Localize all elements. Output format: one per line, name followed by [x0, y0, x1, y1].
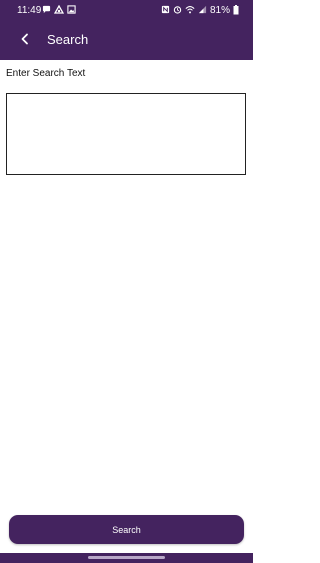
nfc-icon — [161, 5, 170, 17]
gesture-handle[interactable] — [88, 556, 165, 559]
search-text-input[interactable] — [6, 93, 246, 175]
system-navigation-bar — [0, 553, 253, 563]
wifi-icon — [185, 5, 195, 17]
search-button[interactable]: Search — [9, 515, 244, 544]
gallery-icon — [67, 5, 76, 17]
search-text-label: Enter Search Text — [6, 68, 86, 79]
chat-bubble-icon — [42, 5, 51, 17]
signal-icon — [198, 5, 207, 17]
status-system-icons: 81% — [161, 4, 239, 18]
app-bar: Search — [0, 22, 253, 60]
status-bar: 11:49 81% — [0, 0, 253, 22]
status-time: 11:49 — [17, 5, 42, 16]
page-title: Search — [47, 32, 89, 47]
status-notification-icons — [42, 4, 76, 18]
battery-percentage: 81% — [209, 5, 230, 16]
alarm-icon — [173, 5, 182, 17]
back-button[interactable] — [14, 30, 36, 52]
chevron-left-icon — [20, 32, 30, 50]
battery-icon — [233, 4, 239, 18]
sync-icon — [53, 4, 65, 18]
